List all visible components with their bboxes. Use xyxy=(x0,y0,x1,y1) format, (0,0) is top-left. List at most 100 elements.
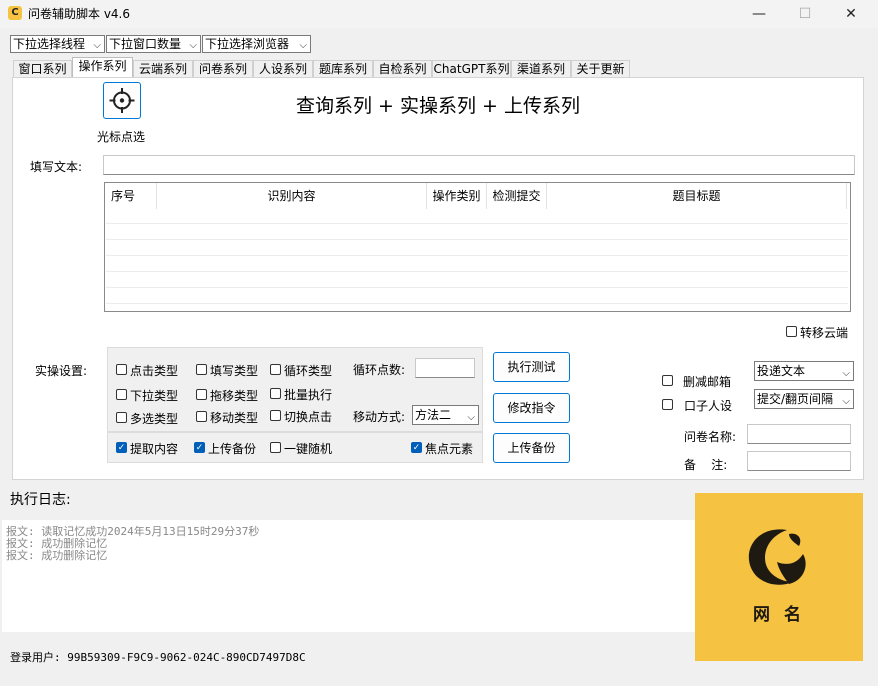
remark-label: 备 注: xyxy=(684,458,728,472)
upload-backup-checkbox[interactable]: ✓ xyxy=(194,442,205,453)
close-button[interactable]: ✕ xyxy=(828,0,874,28)
tab-self-check[interactable]: 自检系列 xyxy=(373,60,432,78)
practice-settings-label: 实操设置: xyxy=(35,364,88,378)
deliver-select-value: 投递文本 xyxy=(757,364,806,378)
browser-select-value: 下拉选择浏览器 xyxy=(205,37,290,51)
maximize-button[interactable]: ☐ xyxy=(782,0,828,28)
app-window: C 问卷辅助脚本 v4.6 — ☐ ✕ 下拉选择线程 ⌵ 下拉窗口数量 ⌵ 下拉… xyxy=(0,0,878,686)
login-user-status: 登录用户: 99B59309-F9C9-9062-024C-890CD7497D… xyxy=(10,651,306,664)
thread-select[interactable]: 下拉选择线程 ⌵ xyxy=(10,35,105,53)
one-key-random-checkbox[interactable] xyxy=(270,442,281,453)
multi-type-label: 多选类型 xyxy=(130,412,179,426)
chevron-down-icon: ⌵ xyxy=(189,40,197,51)
multi-type-checkbox[interactable] xyxy=(116,412,127,423)
modify-command-button[interactable]: 修改指令 xyxy=(493,393,570,423)
chevron-down-icon: ⌵ xyxy=(467,412,475,423)
switch-click-label: 切换点击 xyxy=(284,410,333,424)
fill-text-label: 填写文本: xyxy=(30,160,83,174)
tab-operation[interactable]: 操作系列 xyxy=(72,57,133,78)
window-count-select-value: 下拉窗口数量 xyxy=(109,37,182,51)
tab-chatgpt[interactable]: ChatGPT系列 xyxy=(432,60,511,78)
log-line: 报文: 成功删除记忆 xyxy=(6,549,108,562)
extract-content-checkbox[interactable]: ✓ xyxy=(116,442,127,453)
app-icon: C xyxy=(8,6,22,20)
loop-points-label: 循环点数: xyxy=(353,363,406,377)
recognition-table[interactable]: 序号 识别内容 操作类别 检测提交 题目标题 xyxy=(104,182,851,312)
persona-label: 口子人设 xyxy=(684,399,733,413)
chevron-down-icon: ⌵ xyxy=(93,40,101,51)
focus-element-label: 焦点元素 xyxy=(425,442,474,456)
window-count-select[interactable]: 下拉窗口数量 ⌵ xyxy=(106,35,201,53)
column-header-op-type[interactable]: 操作类别 xyxy=(427,183,487,209)
transfer-cloud-checkbox[interactable] xyxy=(786,326,797,337)
loop-points-input[interactable] xyxy=(415,358,475,378)
row-divider xyxy=(106,239,848,240)
panel-heading: 查询系列 + 实操系列 + 上传系列 xyxy=(296,95,580,117)
cursor-pick-button[interactable] xyxy=(103,82,141,119)
upload-backup-button[interactable]: 上传备份 xyxy=(493,433,570,463)
row-divider xyxy=(106,255,848,256)
row-divider xyxy=(106,303,848,304)
loop-type-checkbox[interactable] xyxy=(270,364,281,375)
loop-type-label: 循环类型 xyxy=(284,364,333,378)
log-area[interactable]: 报文: 读取记忆成功2024年5月13日15时29分37秒 报文: 成功删除记忆… xyxy=(2,520,696,632)
deliver-select[interactable]: 投递文本 ⌵ xyxy=(754,361,854,381)
batch-exec-label: 批量执行 xyxy=(284,388,333,402)
submit-interval-select[interactable]: 提交/翻页间隔 ⌵ xyxy=(754,389,854,409)
batch-exec-checkbox[interactable] xyxy=(270,388,281,399)
focus-element-checkbox[interactable]: ✓ xyxy=(411,442,422,453)
drag-type-label: 拖移类型 xyxy=(210,389,259,403)
fill-type-checkbox[interactable] xyxy=(196,364,207,375)
tab-persona[interactable]: 人设系列 xyxy=(253,60,313,78)
chevron-down-icon: ⌵ xyxy=(299,40,307,51)
one-key-random-label: 一键随机 xyxy=(284,442,333,456)
execute-test-button[interactable]: 执行测试 xyxy=(493,352,570,382)
upload-backup-label: 上传备份 xyxy=(208,442,257,456)
tab-channel[interactable]: 渠道系列 xyxy=(511,60,571,78)
transfer-cloud-label: 转移云端 xyxy=(800,326,849,340)
fill-text-input[interactable] xyxy=(103,155,855,175)
tab-about-update[interactable]: 关于更新 xyxy=(571,60,630,78)
persona-checkbox[interactable] xyxy=(662,399,673,410)
column-header-index[interactable]: 序号 xyxy=(105,183,157,209)
minimize-button[interactable]: — xyxy=(736,0,782,28)
column-header-check-submit[interactable]: 检测提交 xyxy=(487,183,547,209)
row-divider xyxy=(106,223,848,224)
row-divider xyxy=(106,271,848,272)
dropdown-type-label: 下拉类型 xyxy=(130,389,179,403)
move-type-label: 移动类型 xyxy=(210,411,259,425)
submit-interval-select-value: 提交/翻页间隔 xyxy=(757,392,834,406)
cursor-pick-label: 光标点选 xyxy=(97,130,146,144)
chevron-down-icon: ⌵ xyxy=(842,396,850,407)
fill-type-label: 填写类型 xyxy=(210,364,259,378)
move-mode-value: 方法二 xyxy=(415,408,452,422)
title-bar: C 问卷辅助脚本 v4.6 — ☐ ✕ xyxy=(0,0,878,28)
crosshair-icon xyxy=(109,88,135,113)
column-header-content[interactable]: 识别内容 xyxy=(157,183,427,209)
dropdown-type-checkbox[interactable] xyxy=(116,389,127,400)
chevron-down-icon: ⌵ xyxy=(842,368,850,379)
delete-email-label: 删减邮箱 xyxy=(683,375,732,389)
remark-input[interactable] xyxy=(747,451,851,471)
brand-text: 网 名 xyxy=(753,605,805,625)
brand-logo-icon xyxy=(748,529,806,585)
extract-content-label: 提取内容 xyxy=(130,442,179,456)
column-header-question-title[interactable]: 题目标题 xyxy=(547,183,847,209)
tab-window[interactable]: 窗口系列 xyxy=(13,60,72,78)
browser-select[interactable]: 下拉选择浏览器 ⌵ xyxy=(202,35,311,53)
window-title: 问卷辅助脚本 v4.6 xyxy=(28,7,131,21)
log-label: 执行日志: xyxy=(10,492,71,508)
switch-click-checkbox[interactable] xyxy=(270,410,281,421)
survey-name-input[interactable] xyxy=(747,424,851,444)
move-type-checkbox[interactable] xyxy=(196,411,207,422)
brand-overlay: 网 名 xyxy=(695,493,863,661)
click-type-checkbox[interactable] xyxy=(116,364,127,375)
row-divider xyxy=(106,287,848,288)
delete-email-checkbox[interactable] xyxy=(662,375,673,386)
click-type-label: 点击类型 xyxy=(130,364,179,378)
drag-type-checkbox[interactable] xyxy=(196,389,207,400)
move-mode-select[interactable]: 方法二 ⌵ xyxy=(412,405,479,425)
tab-cloud[interactable]: 云端系列 xyxy=(133,60,193,78)
tab-survey[interactable]: 问卷系列 xyxy=(193,60,253,78)
tab-question-bank[interactable]: 题库系列 xyxy=(313,60,373,78)
